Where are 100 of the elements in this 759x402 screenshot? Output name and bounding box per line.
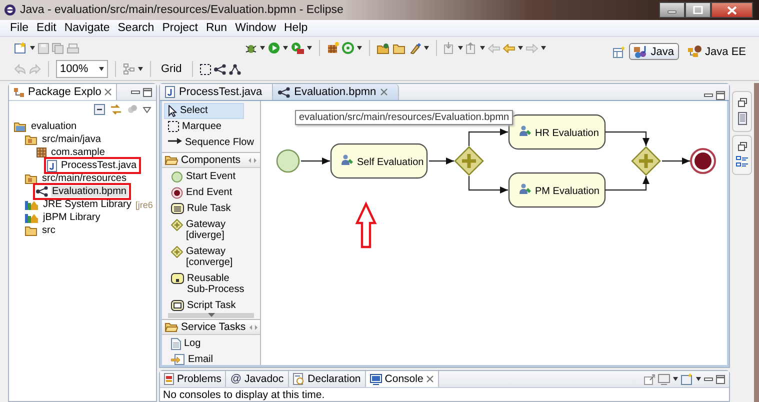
task-label: Self Evaluation xyxy=(357,157,424,168)
marquee-icon[interactable] xyxy=(200,64,211,74)
task-label: PM Evaluation xyxy=(535,186,600,197)
maximize-icon[interactable] xyxy=(716,91,725,100)
menu-item[interactable]: Run xyxy=(202,22,232,34)
tooltip: evaluation/src/main/resources/Evaluation.bpmn xyxy=(295,110,514,125)
dropdown-caret-icon[interactable] xyxy=(458,46,463,50)
menu-item[interactable]: Navigate xyxy=(60,22,114,34)
menu-item[interactable]: File xyxy=(6,22,33,34)
dropdown-caret-icon[interactable] xyxy=(673,377,678,381)
palette-item[interactable]: Log xyxy=(167,336,205,352)
minimize-icon[interactable] xyxy=(131,88,140,96)
zoom-dropdown[interactable]: 100% xyxy=(56,60,108,78)
grid-button[interactable]: Grid xyxy=(158,63,185,75)
dropdown-caret-icon[interactable] xyxy=(696,377,701,381)
palette-item[interactable]: Gateway [converge] xyxy=(167,244,255,270)
view-tab[interactable]: Declaration xyxy=(288,371,366,387)
project-folder-icon xyxy=(14,121,27,132)
tree-icon[interactable] xyxy=(228,64,241,74)
link-editor-icon[interactable] xyxy=(110,104,122,115)
new-console-icon[interactable] xyxy=(681,373,693,385)
palette-item[interactable]: Email xyxy=(167,352,218,365)
dropdown-caret-icon[interactable] xyxy=(518,46,523,50)
tree-item[interactable]: ProcessTest.java xyxy=(60,160,138,171)
palette-item[interactable]: Rule Task xyxy=(167,201,235,216)
view-tab[interactable]: @ Javadoc xyxy=(226,371,289,387)
outline-icon[interactable] xyxy=(736,156,748,168)
tree-item[interactable]: src/main/resources xyxy=(41,173,128,184)
document-icon[interactable] xyxy=(738,112,746,125)
gateway-icon xyxy=(171,218,183,230)
new-package-icon[interactable] xyxy=(327,42,339,54)
minimize-icon[interactable] xyxy=(704,91,713,100)
dropdown-caret-icon[interactable] xyxy=(138,67,143,71)
view-tab[interactable]: Problems xyxy=(160,371,226,387)
close-icon xyxy=(727,6,737,14)
connection-icon[interactable] xyxy=(214,64,226,74)
open-folder-icon xyxy=(165,322,178,332)
folder-icon[interactable] xyxy=(393,42,406,54)
new-file-icon[interactable] xyxy=(14,42,27,54)
menu-item[interactable]: Project xyxy=(158,22,202,34)
tree-item[interactable]: src/main/java xyxy=(41,134,102,145)
dropdown-caret-icon[interactable] xyxy=(541,46,546,50)
menu-item[interactable]: Help xyxy=(280,22,312,34)
flow-arrow xyxy=(468,176,508,194)
debug-icon[interactable] xyxy=(245,42,257,54)
palette-item[interactable]: Gateway [diverge] xyxy=(167,216,255,244)
collapse-all-icon[interactable] xyxy=(94,104,105,115)
palette-drawer-header[interactable]: Components xyxy=(162,153,260,168)
dropdown-caret-icon[interactable] xyxy=(307,46,312,50)
palette-item[interactable]: Select xyxy=(164,103,244,119)
tree-item[interactable]: jBPM Library xyxy=(42,212,102,223)
diagram-file-icon xyxy=(36,186,48,197)
view-menu-icon[interactable] xyxy=(143,106,151,112)
view-tab[interactable]: Package Explo xyxy=(9,84,118,100)
minimize-button[interactable] xyxy=(659,2,685,18)
palette-item[interactable]: Script Task xyxy=(167,298,240,313)
palette-item[interactable]: Reusable Sub-Process xyxy=(167,270,255,298)
brush-icon[interactable] xyxy=(409,42,421,54)
start-event xyxy=(276,149,300,173)
dropdown-caret-icon[interactable] xyxy=(480,46,485,50)
minimize-icon[interactable] xyxy=(704,374,713,384)
run-external-icon[interactable] xyxy=(291,42,304,54)
tree-item[interactable]: evaluation xyxy=(30,121,78,132)
dropdown-caret-icon[interactable] xyxy=(424,46,429,50)
close-icon[interactable] xyxy=(380,88,388,96)
dropdown-caret-icon[interactable] xyxy=(260,46,265,50)
tree-item[interactable]: src xyxy=(41,225,56,236)
perspective-button[interactable]: Java EE xyxy=(683,43,751,60)
palette-item[interactable]: Sequence Flow xyxy=(164,134,258,150)
perspective-button[interactable]: Java xyxy=(628,43,680,60)
restore-icon[interactable] xyxy=(738,142,746,151)
menu-item[interactable]: Edit xyxy=(32,22,60,34)
palette-item[interactable]: End Event xyxy=(167,185,236,201)
maximize-button[interactable] xyxy=(685,2,711,18)
maximize-icon[interactable] xyxy=(143,88,152,96)
view-tab[interactable]: Console xyxy=(366,371,440,387)
menu-item[interactable]: Search xyxy=(114,22,158,34)
close-icon[interactable] xyxy=(104,88,112,96)
window-title: Java - evaluation/src/main/resources/Evaluation.bpmn - Eclipse xyxy=(20,4,344,16)
palette-drawer-header[interactable]: Service Tasks xyxy=(162,320,260,335)
close-button[interactable] xyxy=(711,2,753,18)
close-icon[interactable] xyxy=(426,375,434,383)
app-icon xyxy=(4,4,16,16)
tree-item[interactable]: JRE System Library xyxy=(42,199,132,210)
dropdown-caret-icon[interactable] xyxy=(30,46,35,50)
tree-item[interactable]: Evaluation.bpmn xyxy=(51,186,128,197)
dropdown-caret-icon[interactable] xyxy=(283,46,288,50)
dropdown-caret-icon[interactable] xyxy=(357,46,362,50)
palette-item[interactable]: Marquee xyxy=(164,119,226,134)
menu-item[interactable]: Window xyxy=(231,22,280,34)
editor-tab[interactable]: Evaluation.bpmn xyxy=(273,84,400,100)
pin-icon[interactable] xyxy=(644,374,655,384)
maximize-icon[interactable] xyxy=(716,374,725,384)
open-perspective-icon[interactable] xyxy=(612,46,625,58)
tree-item[interactable]: com.sample xyxy=(50,147,106,158)
restore-icon[interactable] xyxy=(738,98,746,107)
scroll-indicator[interactable] xyxy=(168,313,254,318)
palette-item[interactable]: Start Event xyxy=(167,169,240,185)
editor-tab[interactable]: ProcessTest.java xyxy=(160,84,274,100)
open-folder-icon[interactable] xyxy=(377,42,390,54)
